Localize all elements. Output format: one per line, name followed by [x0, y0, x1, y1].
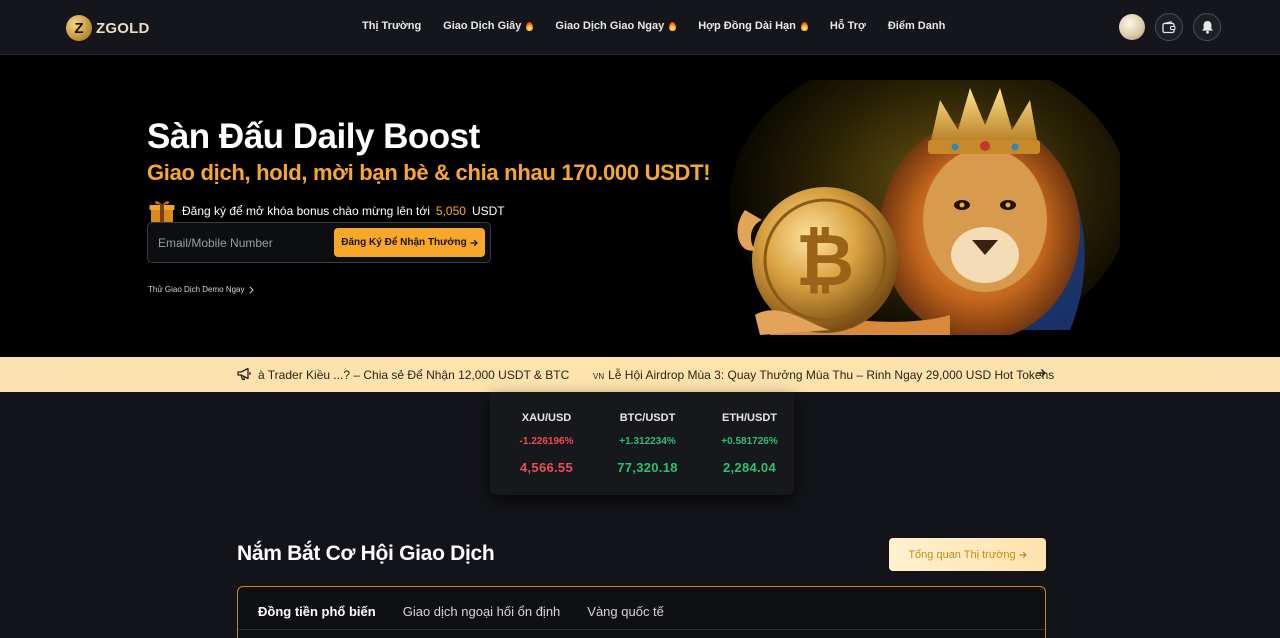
tabs-divider	[238, 629, 1045, 630]
chevron-right-icon	[248, 285, 254, 294]
nav-item-seconds-trading[interactable]: Giao Dịch Giây	[443, 20, 534, 32]
hero-title: Sàn Đấu Daily Boost	[147, 117, 480, 156]
announcement-item[interactable]: VN Lễ Hội Airdrop Mùa 3: Quay Thưởng Mùa…	[593, 368, 1054, 382]
svg-text:₿: ₿	[796, 221, 855, 301]
tab-stable-forex[interactable]: Giao dịch ngoại hối ổn định	[403, 604, 561, 619]
ticker-symbol: XAU/USD	[521, 412, 572, 424]
market-tabs: Đồng tiền phổ biến Giao dịch ngoại hối ổ…	[258, 604, 664, 619]
nav-item-label: Hợp Đồng Dài Hạn	[698, 20, 796, 32]
tab-popular-coins[interactable]: Đồng tiền phổ biến	[258, 604, 376, 619]
nav-item-label: Điểm Danh	[887, 20, 946, 32]
brand-logo[interactable]: Z ZGOLD	[66, 15, 150, 41]
nav-item-support[interactable]: Hỗ Trợ	[830, 20, 866, 32]
announcement-tag: VN	[593, 372, 605, 381]
ticker-price: 4,566.55	[519, 460, 573, 475]
arrow-right-icon	[470, 239, 478, 246]
demo-trading-link[interactable]: Thử Giao Dịch Demo Ngay	[148, 285, 254, 294]
bell-icon	[1201, 21, 1213, 34]
signup-button[interactable]: Đăng Ký Để Nhận Thưởng	[334, 228, 485, 257]
ticker-change: +1.312234%	[619, 436, 676, 447]
price-ticker: XAU/USD -1.226196% 4,566.55 BTC/USDT +1.…	[490, 392, 794, 495]
ticker-change: -1.226196%	[519, 436, 574, 447]
nav-actions	[1119, 13, 1221, 41]
announcement-bar: à Trader Kiều ...? – Chia sẻ Để Nhận 12,…	[0, 357, 1280, 392]
wallet-button[interactable]	[1155, 13, 1183, 41]
ticker-symbol: ETH/USDT	[722, 412, 777, 424]
lion-bitcoin-illustration: ₿	[730, 80, 1120, 335]
arrow-right-icon	[1019, 551, 1027, 558]
signup-button-label: Đăng Ký Để Nhận Thưởng	[341, 237, 467, 248]
ticker-price: 77,320.18	[617, 460, 678, 475]
nav-item-futures[interactable]: Hợp Đồng Dài Hạn	[698, 20, 808, 32]
hot-flame-icon	[800, 21, 808, 31]
ticker-change: +0.581726%	[721, 436, 778, 447]
hero-subtitle: Giao dịch, hold, mời bạn bè & chia nhau …	[147, 160, 711, 185]
gift-icon	[149, 201, 175, 223]
hot-flame-icon	[526, 21, 534, 31]
logo-mark: Z	[66, 15, 92, 41]
nav-item-label: Giao Dịch Giao Ngay	[555, 20, 665, 32]
top-navbar: Z ZGOLD Thị Trường Giao Dịch Giây Giao D…	[0, 0, 1280, 55]
email-mobile-input[interactable]	[158, 233, 328, 253]
bonus-offer: Đăng ký để mở khóa bonus chào mừng lên t…	[148, 198, 505, 224]
announcement-text: Lễ Hội Airdrop Mùa 3: Quay Thưởng Mùa Th…	[608, 368, 1055, 382]
hot-flame-icon	[669, 21, 677, 31]
nav-item-label: Thị Trường	[362, 20, 422, 32]
avatar[interactable]	[1119, 14, 1145, 40]
hero-banner: Sàn Đấu Daily Boost Giao dịch, hold, mời…	[0, 55, 1280, 357]
market-section: XAU/USD -1.226196% 4,566.55 BTC/USDT +1.…	[0, 392, 1280, 638]
tab-international-gold[interactable]: Vàng quốc tế	[587, 604, 664, 619]
signup-form: Đăng Ký Để Nhận Thưởng	[147, 222, 491, 263]
bonus-text: Đăng ký để mở khóa bonus chào mừng lên t…	[182, 204, 430, 218]
market-tabs-panel: Đồng tiền phổ biến Giao dịch ngoại hối ổ…	[237, 586, 1046, 638]
ticker-price: 2,284.04	[722, 460, 776, 475]
section-title: Nắm Bắt Cơ Hội Giao Dịch	[237, 542, 495, 565]
logo-text: ZGOLD	[96, 19, 150, 37]
nav-item-label: Hỗ Trợ	[829, 20, 866, 32]
nav-item-spot-trading[interactable]: Giao Dịch Giao Ngay	[555, 20, 677, 32]
nav-item-label: Giao Dịch Giây	[443, 20, 522, 32]
megaphone-icon	[237, 367, 251, 381]
main-menu: Thị Trường Giao Dịch Giây Giao Dịch Giao…	[362, 20, 945, 32]
arrow-right-icon[interactable]	[1035, 367, 1047, 379]
nav-item-check-in[interactable]: Điểm Danh	[888, 20, 945, 32]
market-overview-label: Tổng quan Thị trường	[908, 548, 1016, 561]
wallet-icon	[1162, 20, 1176, 33]
announcement-item[interactable]: à Trader Kiều ...? – Chia sẻ Để Nhận 12,…	[258, 368, 569, 382]
bonus-unit: USDT	[471, 204, 505, 218]
market-overview-button[interactable]: Tổng quan Thị trường	[889, 538, 1046, 571]
bonus-amount: 5,050	[435, 204, 466, 218]
notifications-button[interactable]	[1193, 13, 1221, 41]
demo-link-label: Thử Giao Dịch Demo Ngay	[148, 285, 245, 294]
nav-item-market[interactable]: Thị Trường	[362, 20, 421, 32]
ticker-symbol: BTC/USDT	[619, 412, 676, 424]
